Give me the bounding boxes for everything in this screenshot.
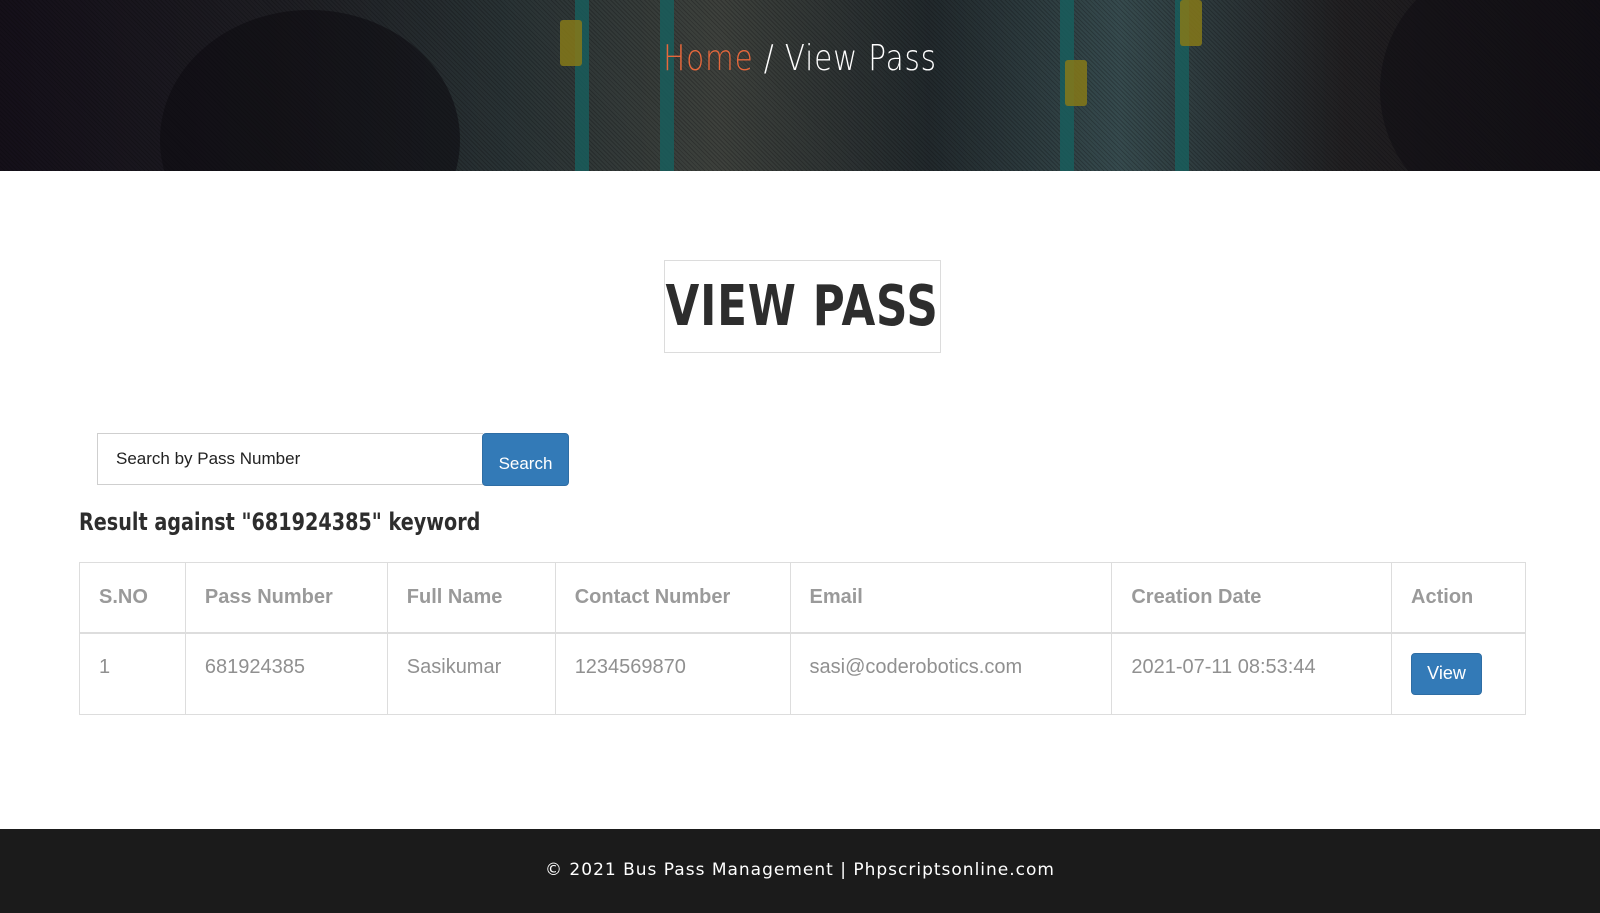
footer: © 2021 Bus Pass Management | Phpscriptso… <box>0 829 1600 913</box>
pass-results-table: S.NO Pass Number Full Name Contact Numbe… <box>79 562 1526 715</box>
table-header-row: S.NO Pass Number Full Name Contact Numbe… <box>79 562 1526 634</box>
table-row: 1 681924385 Sasikumar 1234569870 sasi@co… <box>79 632 1526 715</box>
cell-sno: 1 <box>79 632 186 715</box>
column-header-pass-number: Pass Number <box>184 562 388 634</box>
cell-creation-date: 2021-07-11 08:53:44 <box>1111 632 1393 715</box>
column-header-contact-number: Contact Number <box>554 562 791 634</box>
breadcrumb-home-link[interactable]: Home <box>663 38 753 79</box>
result-heading: Result against "681924385" keyword <box>79 508 481 536</box>
breadcrumb-separator: / <box>753 38 785 79</box>
page-title: VIEW PASS <box>665 274 940 339</box>
breadcrumb-current: View Pass <box>784 38 937 79</box>
footer-copyright: © 2021 Bus Pass Management | Phpscriptso… <box>545 860 1055 880</box>
page-title-box: VIEW PASS <box>664 260 941 353</box>
column-header-action: Action <box>1391 562 1526 634</box>
search-input[interactable] <box>97 433 483 485</box>
cell-email: sasi@coderobotics.com <box>789 632 1113 715</box>
cell-pass-number: 681924385 <box>184 632 388 715</box>
column-header-full-name: Full Name <box>386 562 556 634</box>
column-header-sno: S.NO <box>79 562 186 634</box>
cell-full-name: Sasikumar <box>386 632 556 715</box>
search-button[interactable]: Search <box>482 433 569 486</box>
column-header-creation-date: Creation Date <box>1111 562 1393 634</box>
cell-contact-number: 1234569870 <box>554 632 791 715</box>
column-header-email: Email <box>789 562 1113 634</box>
cell-action: View <box>1391 632 1526 715</box>
view-pass-button[interactable]: View <box>1411 652 1483 695</box>
header-banner: Home / View Pass <box>0 0 1600 171</box>
breadcrumb: Home / View Pass <box>144 38 1456 79</box>
